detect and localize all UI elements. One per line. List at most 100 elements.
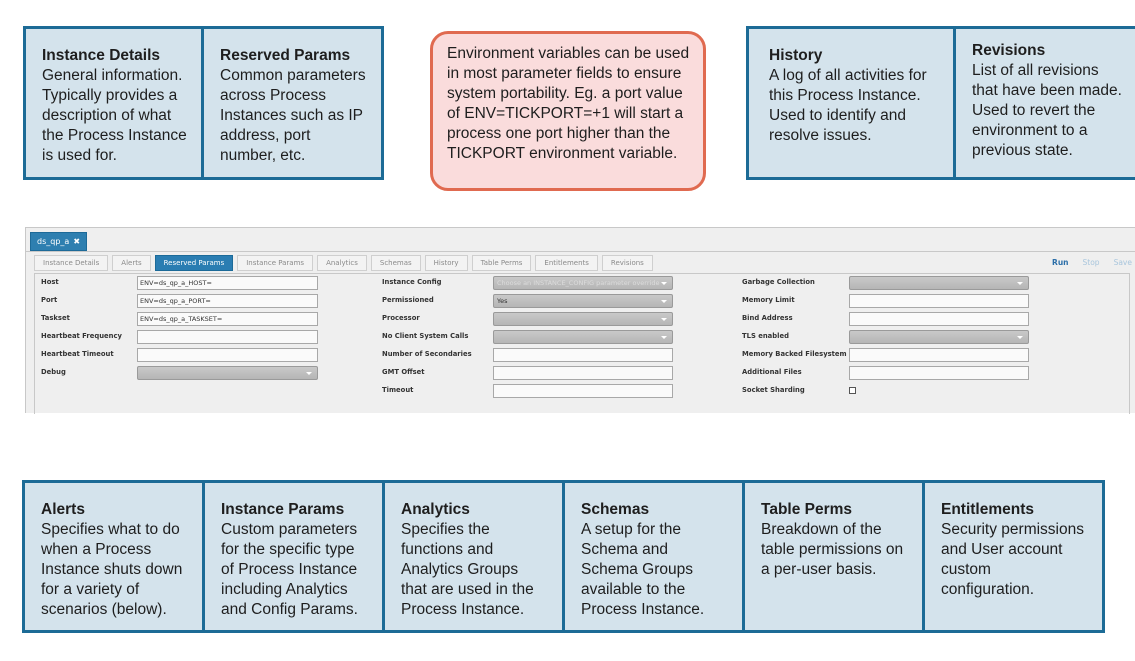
callout-entitlements: Entitlements Security permissions and Us… <box>922 480 1105 633</box>
field-label: Socket Sharding <box>742 386 805 394</box>
field-label: Heartbeat Timeout <box>41 350 114 358</box>
field-label: No Client System Calls <box>382 332 469 340</box>
callout-body: Common parameters across Process Instanc… <box>220 67 366 164</box>
debug-select[interactable] <box>137 366 318 380</box>
callout-revisions: Revisions List of all revisions that hav… <box>953 26 1135 180</box>
form-column-2: Instance Config Choose an INSTANCE_CONFI… <box>382 274 712 400</box>
process-instance-panel: ds_qp_a ✖ Instance Details Alerts Reserve… <box>25 227 1135 414</box>
no-client-system-calls-select[interactable] <box>493 330 673 344</box>
gmt-offset-input[interactable] <box>493 366 673 380</box>
section-tabs: Instance Details Alerts Reserved Params … <box>34 255 653 271</box>
form-column-3: Garbage Collection Memory Limit Bind Add… <box>742 274 1042 400</box>
close-icon[interactable]: ✖ <box>73 237 80 246</box>
save-button[interactable]: Save <box>1114 258 1132 267</box>
callout-body: Specifies what to do when a Process Inst… <box>41 521 183 618</box>
tab-revisions[interactable]: Revisions <box>601 255 653 271</box>
processor-select[interactable] <box>493 312 673 326</box>
socket-sharding-checkbox[interactable] <box>849 387 856 394</box>
field-label: Number of Secondaries <box>382 350 472 358</box>
chevron-down-icon <box>1017 336 1023 339</box>
document-tab[interactable]: ds_qp_a ✖ <box>30 232 88 251</box>
field-label: Heartbeat Frequency <box>41 332 122 340</box>
callout-body: Custom parameters for the specific type … <box>221 521 358 618</box>
chevron-down-icon <box>661 318 667 321</box>
field-bind-address: Bind Address <box>742 310 1042 328</box>
field-label: Port <box>41 296 58 304</box>
callout-body: A setup for the Schema and Schema Groups… <box>581 521 705 618</box>
callout-title: Alerts <box>41 501 85 518</box>
port-input[interactable]: ENV=ds_qp_a_PORT= <box>137 294 318 308</box>
field-label: Garbage Collection <box>742 278 815 286</box>
field-label: Memory Limit <box>742 296 795 304</box>
tab-analytics[interactable]: Analytics <box>317 255 367 271</box>
tab-instance-params[interactable]: Instance Params <box>237 255 314 271</box>
tab-table-perms[interactable]: Table Perms <box>471 255 532 271</box>
tab-reserved-params[interactable]: Reserved Params <box>154 255 234 271</box>
callout-instance-details: Instance Details General information. Ty… <box>23 26 204 180</box>
field-socket-sharding: Socket Sharding <box>742 382 1042 400</box>
permissioned-select[interactable]: Yes <box>493 294 673 308</box>
field-permissioned: Permissioned Yes <box>382 292 712 310</box>
callout-body: Specifies the functions and Analytics Gr… <box>401 521 534 618</box>
callout-instance-params: Instance Params Custom parameters for th… <box>202 480 385 633</box>
field-label: Permissioned <box>382 296 434 304</box>
field-heartbeat-timeout: Heartbeat Timeout <box>41 346 331 364</box>
chevron-down-icon <box>661 282 667 285</box>
field-taskset: Taskset ENV=ds_qp_a_TASKSET= <box>41 310 331 328</box>
host-input[interactable]: ENV=ds_qp_a_HOST= <box>137 276 318 290</box>
instance-config-select[interactable]: Choose an INSTANCE_CONFIG parameter over… <box>493 276 673 290</box>
field-label: Memory Backed Filesystem <box>742 350 847 358</box>
tab-history[interactable]: History <box>424 255 468 271</box>
field-memory-limit: Memory Limit <box>742 292 1042 310</box>
chevron-down-icon <box>306 372 312 375</box>
tls-enabled-select[interactable] <box>849 330 1029 344</box>
additional-files-input[interactable] <box>849 366 1029 380</box>
heartbeat-timeout-input[interactable] <box>137 348 318 362</box>
taskset-input[interactable]: ENV=ds_qp_a_TASKSET= <box>137 312 318 326</box>
callout-body: A log of all activities for this Process… <box>769 67 927 144</box>
form-column-1: Host ENV=ds_qp_a_HOST= Port ENV=ds_qp_a_… <box>41 274 331 382</box>
field-heartbeat-frequency: Heartbeat Frequency <box>41 328 331 346</box>
timeout-input[interactable] <box>493 384 673 398</box>
tab-schemas[interactable]: Schemas <box>370 255 421 271</box>
field-port: Port ENV=ds_qp_a_PORT= <box>41 292 331 310</box>
tab-instance-details[interactable]: Instance Details <box>34 255 109 271</box>
select-placeholder: Choose an INSTANCE_CONFIG parameter over… <box>497 279 660 287</box>
callout-title: History <box>769 47 823 64</box>
callout-analytics: Analytics Specifies the functions and An… <box>382 480 565 633</box>
garbage-collection-select[interactable] <box>849 276 1029 290</box>
callout-title: Instance Details <box>42 47 161 64</box>
callout-title: Schemas <box>581 501 650 518</box>
field-instance-config: Instance Config Choose an INSTANCE_CONFI… <box>382 274 712 292</box>
callout-reserved-params: Reserved Params Common parameters across… <box>201 26 384 180</box>
document-tab-label: ds_qp_a <box>37 237 70 246</box>
field-host: Host ENV=ds_qp_a_HOST= <box>41 274 331 292</box>
tab-alerts[interactable]: Alerts <box>112 255 151 271</box>
field-number-of-secondaries: Number of Secondaries <box>382 346 712 364</box>
number-of-secondaries-input[interactable] <box>493 348 673 362</box>
field-timeout: Timeout <box>382 382 712 400</box>
field-label: GMT Offset <box>382 368 425 376</box>
chevron-down-icon <box>1017 282 1023 285</box>
callout-title: Entitlements <box>941 501 1035 518</box>
bind-address-input[interactable] <box>849 312 1029 326</box>
heartbeat-frequency-input[interactable] <box>137 330 318 344</box>
run-button[interactable]: Run <box>1052 258 1068 267</box>
memory-backed-filesystem-input[interactable] <box>849 348 1029 362</box>
env-variable-note: Environment variables can be used in mos… <box>430 31 706 191</box>
field-label: Bind Address <box>742 314 793 322</box>
callout-table-perms: Table Perms Breakdown of the table permi… <box>742 480 925 633</box>
callout-body: List of all revisions that have been mad… <box>972 62 1122 159</box>
chevron-down-icon <box>661 336 667 339</box>
field-garbage-collection: Garbage Collection <box>742 274 1042 292</box>
field-label: TLS enabled <box>742 332 789 340</box>
field-no-client-system-calls: No Client System Calls <box>382 328 712 346</box>
callout-title: Revisions <box>972 42 1046 59</box>
tab-entitlements[interactable]: Entitlements <box>535 255 598 271</box>
field-additional-files: Additional Files <box>742 364 1042 382</box>
field-label: Additional Files <box>742 368 802 376</box>
chevron-down-icon <box>661 300 667 303</box>
memory-limit-input[interactable] <box>849 294 1029 308</box>
action-bar: Run Stop Save <box>1052 258 1132 267</box>
stop-button[interactable]: Stop <box>1083 258 1100 267</box>
